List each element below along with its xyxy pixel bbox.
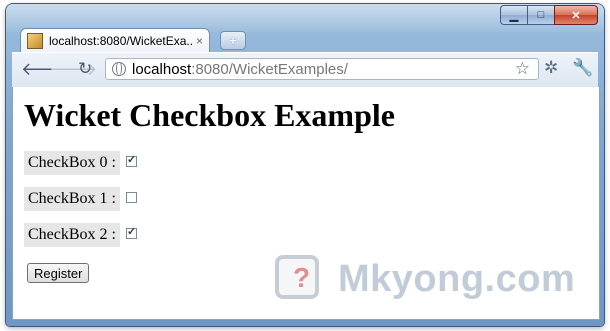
reload-icon[interactable]: ↻ (78, 59, 92, 79)
watermark-text: Mkyong.com (338, 258, 576, 300)
extension-bug-icon[interactable]: ✲ (544, 58, 558, 78)
star-icon[interactable]: ☆ (515, 59, 530, 79)
page-content: Wicket Checkbox Example CheckBox 0 : Che… (12, 87, 600, 320)
tab-close-icon[interactable]: × (196, 34, 203, 48)
checkbox-1[interactable] (126, 191, 137, 203)
checkbox-row-2: CheckBox 2 : (24, 223, 137, 247)
maximize-button[interactable]: □ (527, 5, 554, 25)
address-bar[interactable]: localhost:8080/WicketExamples/ ☆ (105, 58, 539, 80)
checkbox-0[interactable] (126, 153, 137, 167)
browser-toolbar: 🡐 🡒 ↻ localhost:8080/WicketExamples/ ☆ ✲… (12, 52, 598, 88)
checkbox-label: CheckBox 1 : (24, 187, 120, 211)
wrench-icon[interactable]: 🔧 (572, 58, 593, 78)
url-host: localhost (132, 60, 192, 78)
minimize-button[interactable]: ▁ (500, 5, 527, 25)
watermark-logo-icon: ? (275, 255, 319, 299)
checkbox-2[interactable] (126, 225, 137, 239)
browser-tab[interactable]: localhost:8080/WicketExa... × (20, 28, 210, 52)
url-path: :8080/WicketExamples/ (191, 60, 348, 78)
close-window-button[interactable]: ✕ (554, 5, 598, 25)
page-title: Wicket Checkbox Example (24, 97, 395, 133)
checkbox-label: CheckBox 2 : (24, 223, 120, 247)
tab-title: localhost:8080/WicketExa... (49, 33, 192, 48)
checkbox-row-1: CheckBox 1 : (24, 187, 137, 211)
checkbox-label: CheckBox 0 : (24, 151, 120, 175)
globe-icon (112, 62, 126, 76)
favicon-icon (27, 32, 43, 49)
checkbox-row-0: CheckBox 0 : (24, 151, 137, 175)
window-caption-buttons: ▁ □ ✕ (500, 5, 598, 25)
register-button[interactable]: Register (27, 263, 90, 283)
new-tab-button[interactable]: + (220, 31, 246, 50)
watermark-logo-glyph: ? (293, 262, 311, 293)
